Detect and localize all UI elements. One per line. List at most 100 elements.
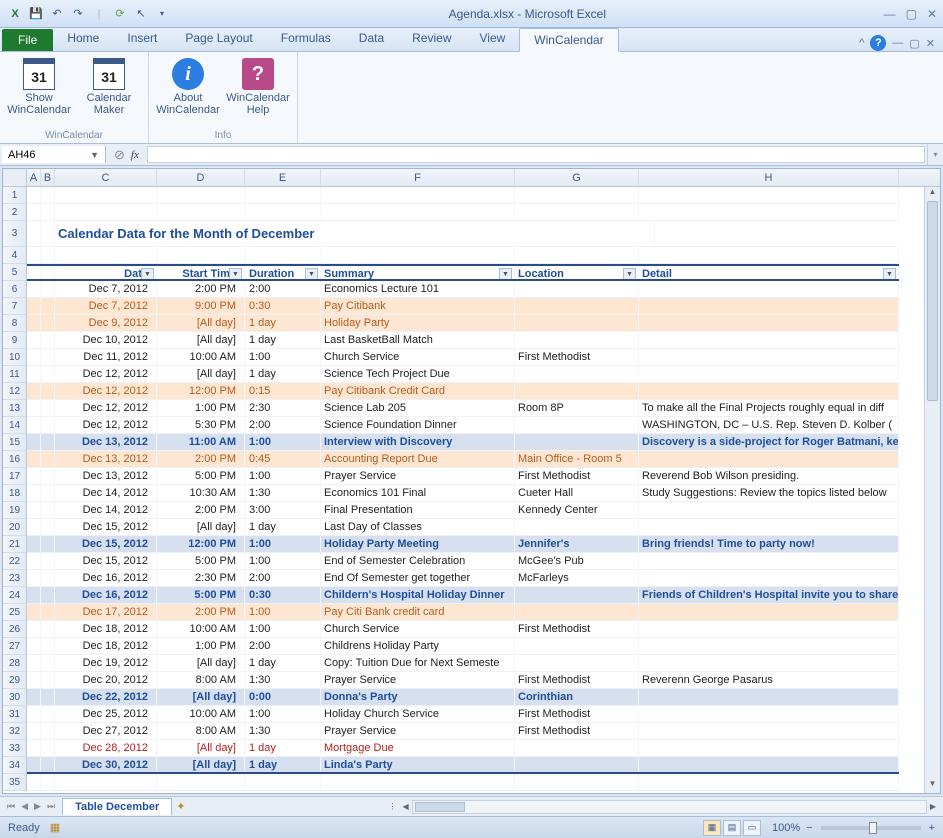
- cell-date[interactable]: Dec 12, 2012: [55, 400, 157, 416]
- cell-B3[interactable]: [41, 221, 55, 246]
- cell-detail[interactable]: [639, 621, 899, 637]
- filter-dropdown-icon[interactable]: ▼: [305, 268, 318, 279]
- tab-data[interactable]: Data: [345, 27, 398, 51]
- cell-dur[interactable]: 1 day: [245, 740, 321, 756]
- cell-detail[interactable]: [639, 604, 899, 620]
- table-row[interactable]: Dec 27, 20128:00 AM1:30Prayer ServiceFir…: [27, 723, 899, 740]
- cell-date[interactable]: Dec 15, 2012: [55, 553, 157, 569]
- sheet-tab-active[interactable]: Table December: [62, 798, 172, 815]
- cell-summary[interactable]: Economics 101 Final: [321, 485, 515, 501]
- cell-G1[interactable]: [515, 187, 639, 203]
- cell-A5[interactable]: [27, 266, 41, 279]
- cell-detail[interactable]: [639, 451, 899, 467]
- cell-start[interactable]: 10:00 AM: [157, 349, 245, 365]
- cell-dur[interactable]: 1:00: [245, 553, 321, 569]
- macro-record-icon[interactable]: ▦: [50, 821, 60, 834]
- col-header-E[interactable]: E: [245, 169, 321, 186]
- filter-dropdown-icon[interactable]: ▼: [623, 268, 636, 279]
- cell-A12[interactable]: [27, 383, 41, 399]
- cell-A34[interactable]: [27, 757, 41, 772]
- cell-date[interactable]: Dec 30, 2012: [55, 757, 157, 772]
- cell-location[interactable]: Room 8P: [515, 400, 639, 416]
- sheet-nav-first-icon[interactable]: ⏮: [4, 801, 18, 812]
- cell-summary[interactable]: Holiday Party: [321, 315, 515, 331]
- cell-detail[interactable]: Study Suggestions: Review the topics lis…: [639, 485, 899, 501]
- row-header-14[interactable]: 14: [3, 417, 26, 434]
- cell-start[interactable]: [All day]: [157, 655, 245, 671]
- cell-dur[interactable]: 2:30: [245, 400, 321, 416]
- cell-summary[interactable]: Holiday Church Service: [321, 706, 515, 722]
- row-header-10[interactable]: 10: [3, 349, 26, 366]
- cell-C4[interactable]: [55, 247, 157, 263]
- cell-summary[interactable]: Holiday Party Meeting: [321, 536, 515, 552]
- cell-dur[interactable]: 0:30: [245, 298, 321, 314]
- cell-start[interactable]: 2:30 PM: [157, 570, 245, 586]
- tab-home[interactable]: Home: [53, 27, 113, 51]
- cell-date[interactable]: Dec 19, 2012: [55, 655, 157, 671]
- cell-dur[interactable]: 1:00: [245, 434, 321, 450]
- zoom-level[interactable]: 100%: [772, 822, 800, 834]
- header-dur[interactable]: Duration▼: [245, 266, 321, 279]
- cell-date[interactable]: Dec 13, 2012: [55, 451, 157, 467]
- help-icon[interactable]: ?: [870, 35, 886, 51]
- cell-date[interactable]: Dec 14, 2012: [55, 485, 157, 501]
- cell-location[interactable]: [515, 655, 639, 671]
- cell-location[interactable]: First Methodist: [515, 706, 639, 722]
- cell-B26[interactable]: [41, 621, 55, 637]
- table-row[interactable]: Dec 12, 2012[All day]1 dayScience Tech P…: [27, 366, 899, 383]
- cell-dur[interactable]: 0:30: [245, 587, 321, 603]
- cell-B25[interactable]: [41, 604, 55, 620]
- cell-dur[interactable]: 2:00: [245, 417, 321, 433]
- cell-detail[interactable]: WASHINGTON, DC – U.S. Rep. Steven D. Kol…: [639, 417, 899, 433]
- cell-location[interactable]: Kennedy Center: [515, 502, 639, 518]
- cell-summary[interactable]: Pay Citibank: [321, 298, 515, 314]
- sheet-nav-last-icon[interactable]: ⏭: [44, 801, 58, 812]
- save-icon[interactable]: 💾: [27, 5, 45, 23]
- hscroll-thumb[interactable]: [415, 802, 465, 812]
- cell-dur[interactable]: 1:00: [245, 604, 321, 620]
- row-header-27[interactable]: 27: [3, 638, 26, 655]
- cell-date[interactable]: Dec 16, 2012: [55, 587, 157, 603]
- cell-start[interactable]: 10:00 AM: [157, 706, 245, 722]
- cell-D1[interactable]: [157, 187, 245, 203]
- cell-B2[interactable]: [41, 204, 55, 220]
- cell-summary[interactable]: Mortgage Due: [321, 740, 515, 756]
- row-header-34[interactable]: 34: [3, 757, 26, 774]
- row-header-31[interactable]: 31: [3, 706, 26, 723]
- cell-D35[interactable]: [157, 774, 245, 790]
- cell-A21[interactable]: [27, 536, 41, 552]
- col-header-C[interactable]: C: [55, 169, 157, 186]
- col-header-B[interactable]: B: [41, 169, 55, 186]
- cell-date[interactable]: Dec 17, 2012: [55, 604, 157, 620]
- cell-A31[interactable]: [27, 706, 41, 722]
- formula-bar[interactable]: [147, 146, 925, 163]
- row-header-30[interactable]: 30: [3, 689, 26, 706]
- cell-B13[interactable]: [41, 400, 55, 416]
- cell-dur[interactable]: 1:30: [245, 485, 321, 501]
- refresh-icon[interactable]: ⟳: [111, 5, 129, 23]
- cell-summary[interactable]: Pay Citibank Credit Card: [321, 383, 515, 399]
- cell-date[interactable]: Dec 25, 2012: [55, 706, 157, 722]
- tab-formulas[interactable]: Formulas: [267, 27, 345, 51]
- header-date[interactable]: Date▼: [55, 266, 157, 279]
- cell-location[interactable]: [515, 757, 639, 772]
- new-sheet-icon[interactable]: ✦: [176, 800, 185, 813]
- cell-start[interactable]: 5:00 PM: [157, 587, 245, 603]
- view-layout-icon[interactable]: ▤: [723, 820, 741, 836]
- cell-B28[interactable]: [41, 655, 55, 671]
- cell-dur[interactable]: 1 day: [245, 655, 321, 671]
- cell-dur[interactable]: 1:00: [245, 621, 321, 637]
- cell-A14[interactable]: [27, 417, 41, 433]
- header-location[interactable]: Location▼: [515, 266, 639, 279]
- cell-start[interactable]: 5:00 PM: [157, 468, 245, 484]
- table-row[interactable]: Dec 12, 201212:00 PM0:15Pay Citibank Cre…: [27, 383, 899, 400]
- cell-F35[interactable]: [321, 774, 515, 790]
- tab-view[interactable]: View: [466, 27, 520, 51]
- cell-detail[interactable]: [639, 315, 899, 331]
- cells-grid[interactable]: Calendar Data for the Month of DecemberD…: [27, 187, 899, 791]
- maximize-icon[interactable]: ▢: [906, 7, 917, 21]
- cell-start[interactable]: [All day]: [157, 519, 245, 535]
- row-header-6[interactable]: 6: [3, 281, 26, 298]
- header-summary[interactable]: Summary▼: [321, 266, 515, 279]
- row-header-19[interactable]: 19: [3, 502, 26, 519]
